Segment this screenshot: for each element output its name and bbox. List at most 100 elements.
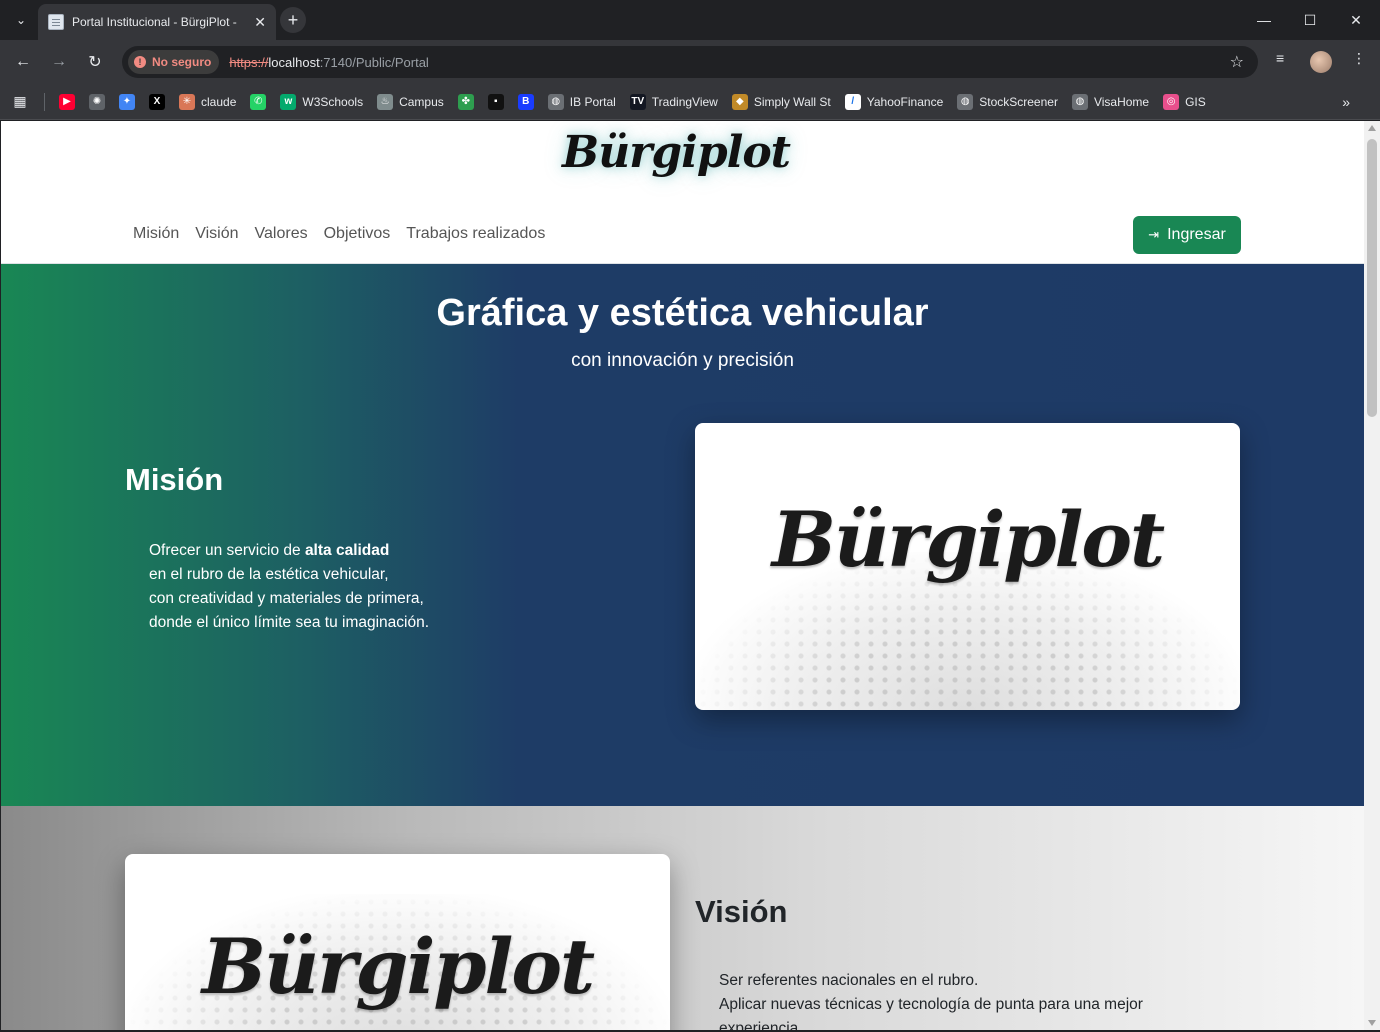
bookmark-item[interactable]: TV TradingView xyxy=(629,93,718,110)
hero-title: Gráfica y estética vehicular xyxy=(436,292,929,334)
bookmark-label: TradingView xyxy=(651,94,718,109)
terminal-icon: ▪ xyxy=(487,93,504,110)
tab-title: Portal Institucional - BürgiPlot - xyxy=(72,15,237,29)
mision-line2: en el rubro de la estética vehicular, xyxy=(149,566,389,583)
nav-vision[interactable]: Visión xyxy=(195,225,238,243)
media-control-icon[interactable]: ≡ xyxy=(1276,50,1284,66)
card-logo-text: Bürgiplot xyxy=(201,922,595,1011)
vision-section: Bürgiplot Visión Ser referentes nacional… xyxy=(1,806,1364,1030)
bookmark-label: StockScreener xyxy=(979,94,1058,109)
scrollbar-thumb[interactable] xyxy=(1367,139,1377,417)
profile-avatar[interactable] xyxy=(1310,51,1332,73)
more-bookmarks-icon[interactable]: » xyxy=(1342,94,1350,110)
mision-image-card: Bürgiplot xyxy=(695,423,1240,710)
logo-text: Bürgiplot xyxy=(562,127,791,178)
youtube-music-icon: ▶ xyxy=(59,93,75,110)
bookmark-star-icon[interactable]: ☆ xyxy=(1230,52,1244,72)
gis-icon: ◎ xyxy=(1163,93,1180,110)
globe-icon: ◍ xyxy=(957,93,974,110)
bookmark-label: IB Portal xyxy=(569,94,616,109)
bookmark-item[interactable]: ◍ StockScreener xyxy=(957,93,1058,110)
bookmark-item[interactable]: ♨ Campus xyxy=(377,93,444,110)
maximize-icon[interactable]: ☐ xyxy=(1287,0,1333,40)
tab-strip: ⌄ Portal Institucional - BürgiPlot - ✕ +… xyxy=(0,0,1380,40)
reload-icon[interactable]: ↻ xyxy=(81,48,109,76)
bookmark-item[interactable]: / YahooFinance xyxy=(844,93,944,110)
main-nav: Misión Visión Valores Objetivos Trabajos… xyxy=(125,225,553,243)
login-label: Ingresar xyxy=(1167,226,1226,243)
bookmark-item[interactable]: ✳ claude xyxy=(179,93,236,110)
bookmark-item[interactable]: ▪ xyxy=(487,93,504,110)
scroll-up-icon[interactable] xyxy=(1368,125,1376,131)
tab-search-icon[interactable]: ⌄ xyxy=(8,8,34,32)
forward-icon[interactable]: → xyxy=(45,48,73,76)
page-favicon-icon xyxy=(48,14,64,30)
bookmark-item[interactable]: ◍ IB Portal xyxy=(547,93,616,110)
openai-icon: ✺ xyxy=(89,93,105,110)
site-header: Bürgiplot Misión Visión Valores Objetivo… xyxy=(1,121,1364,264)
login-icon: ⇥ xyxy=(1148,227,1160,242)
bookmark-label: VisaHome xyxy=(1093,94,1150,109)
gemini-icon: ✦ xyxy=(119,93,135,110)
page-scrollbar[interactable] xyxy=(1364,121,1380,1030)
url-text[interactable]: https://localhost:7140/Public/Portal xyxy=(229,55,428,70)
vision-image-card: Bürgiplot xyxy=(125,854,670,1030)
bookmark-label: Simply Wall St xyxy=(753,94,831,109)
minimize-icon[interactable]: ― xyxy=(1241,0,1287,40)
bookmark-item[interactable]: ✺ xyxy=(89,93,105,110)
bookmark-item[interactable]: w W3Schools xyxy=(280,93,363,110)
browser-tab[interactable]: Portal Institucional - BürgiPlot - ✕ xyxy=(38,4,276,40)
nav-mision[interactable]: Misión xyxy=(133,225,179,243)
bookmark-label: YahooFinance xyxy=(866,94,944,109)
warning-icon: ! xyxy=(134,56,146,68)
mision-line1: Ofrecer un servicio de xyxy=(149,542,305,559)
browser-toolbar: ← → ↻ ! No seguro https://localhost:7140… xyxy=(0,40,1380,84)
url-protocol: https:// xyxy=(229,54,269,70)
bookmark-item[interactable]: ✆ xyxy=(250,93,267,110)
bookmarks-divider xyxy=(44,92,45,111)
bookmark-item[interactable]: X xyxy=(149,93,165,110)
apps-grid-icon[interactable]: ▦ xyxy=(12,93,28,110)
bookmark-item[interactable]: B xyxy=(517,93,534,110)
globe-icon: ◍ xyxy=(547,93,564,110)
not-secure-chip[interactable]: ! No seguro xyxy=(128,50,220,74)
bookmark-item[interactable]: ◆ Simply Wall St xyxy=(731,93,831,110)
hero-subtitle: con innovación y precisión xyxy=(571,350,794,371)
nav-trabajos[interactable]: Trabajos realizados xyxy=(406,225,545,243)
nav-valores[interactable]: Valores xyxy=(255,225,308,243)
mision-heading: Misión xyxy=(125,462,224,497)
bookmark-item[interactable]: ✤ xyxy=(457,93,474,110)
globe-icon: ◍ xyxy=(1071,93,1088,110)
card-logo-text: Bürgiplot xyxy=(771,495,1165,584)
menu-kebab-icon[interactable]: ⋮ xyxy=(1352,50,1366,67)
campus-icon: ♨ xyxy=(377,93,394,110)
vision-line2: Aplicar nuevas técnicas y tecnología de … xyxy=(719,996,1143,1013)
x-icon: X xyxy=(149,93,165,110)
tab-close-icon[interactable]: ✕ xyxy=(254,14,266,31)
address-bar[interactable]: ! No seguro https://localhost:7140/Publi… xyxy=(122,46,1258,78)
nav-objetivos[interactable]: Objetivos xyxy=(324,225,391,243)
bookmark-label: Campus xyxy=(399,94,444,109)
bookmarks-bar: ▦ ▶ ✺ ✦ X ✳ claude ✆ w W3Schools ♨ Campus ✤ ▪ B ◍ IB Po… xyxy=(0,84,1380,120)
mision-highlight: alta calidad xyxy=(304,542,390,559)
scroll-down-icon[interactable] xyxy=(1368,1020,1376,1026)
back-icon[interactable]: ← xyxy=(9,48,37,76)
site-logo[interactable]: Bürgiplot xyxy=(556,127,796,197)
url-path: :7140/Public/Portal xyxy=(319,54,429,70)
b-icon: B xyxy=(517,93,534,110)
w3schools-icon: w xyxy=(280,93,297,110)
page-viewport: Bürgiplot Misión Visión Valores Objetivo… xyxy=(1,121,1364,1030)
mision-line3: con creatividad y materiales de primera, xyxy=(149,590,424,607)
bookmark-item[interactable]: ▶ xyxy=(59,93,75,110)
claude-icon: ✳ xyxy=(179,93,195,110)
mision-line4: donde el único límite sea tu imaginación… xyxy=(149,614,430,631)
bookmark-item[interactable]: ◎ GIS xyxy=(1163,93,1206,110)
mision-text: Ofrecer un servicio de alta calidad en e… xyxy=(149,539,429,635)
close-window-icon[interactable]: ✕ xyxy=(1333,0,1379,40)
bookmark-item[interactable]: ✦ xyxy=(119,93,135,110)
login-button[interactable]: ⇥ Ingresar xyxy=(1133,216,1241,254)
whatsapp-icon: ✆ xyxy=(250,93,267,110)
bookmark-item[interactable]: ◍ VisaHome xyxy=(1071,93,1150,110)
not-secure-label: No seguro xyxy=(152,55,212,69)
new-tab-button[interactable]: + xyxy=(280,7,306,33)
